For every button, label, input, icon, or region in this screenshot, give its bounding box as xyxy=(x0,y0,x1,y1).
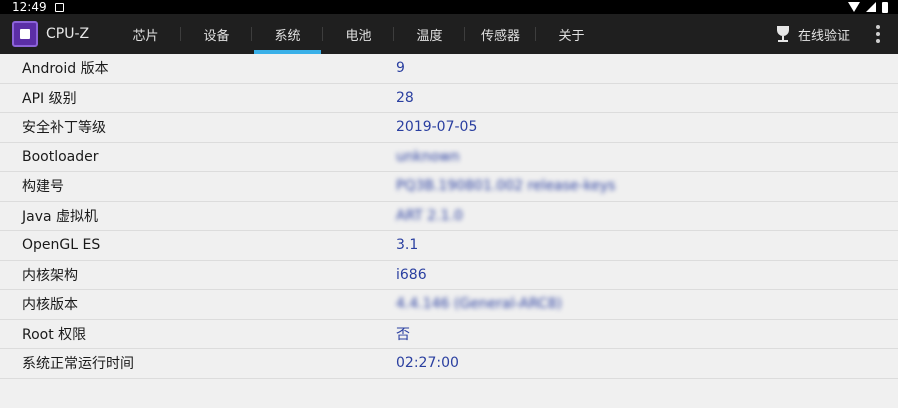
online-verify-button[interactable]: 在线验证 xyxy=(774,25,868,44)
row-value: PQ3B.190801.002 release-keys xyxy=(396,178,616,195)
list-item: Android 版本 9 xyxy=(0,54,898,84)
status-time: 12:49 xyxy=(12,0,47,14)
row-value: ART 2.1.0 xyxy=(396,207,463,224)
row-label: 系统正常运行时间 xyxy=(22,356,134,373)
cellular-signal-icon xyxy=(866,2,876,12)
app-name: CPU-Z xyxy=(46,26,90,42)
row-value: 否 xyxy=(396,326,410,343)
battery-icon xyxy=(882,1,888,13)
status-bar: 12:49 xyxy=(0,0,898,14)
notification-icon xyxy=(54,2,64,12)
system-info-list: Android 版本 9 API 级别 28 安全补丁等级 2019-07-05… xyxy=(0,54,898,379)
row-value: unknown xyxy=(396,148,460,165)
row-value: 4.4.146 (General-ARC8) xyxy=(396,296,563,313)
tab-thermal[interactable]: 温度 xyxy=(394,14,465,54)
list-item: 内核版本 4.4.146 (General-ARC8) xyxy=(0,290,898,320)
row-label: 安全补丁等级 xyxy=(22,120,106,137)
list-item: Java 虚拟机 ART 2.1.0 xyxy=(0,202,898,231)
list-item: Bootloader unknown xyxy=(0,143,898,172)
tab-system[interactable]: 系统 xyxy=(252,14,323,54)
list-item: 内核架构 i686 xyxy=(0,261,898,290)
row-label: Java 虚拟机 xyxy=(22,208,99,225)
list-item: OpenGL ES 3.1 xyxy=(0,231,898,261)
row-label: 内核架构 xyxy=(22,267,78,284)
app-logo: CPU-Z xyxy=(0,21,110,47)
row-label: 内核版本 xyxy=(22,297,78,314)
tab-about[interactable]: 关于 xyxy=(536,14,607,54)
online-verify-label: 在线验证 xyxy=(797,28,850,44)
row-label: Bootloader xyxy=(22,148,99,165)
row-label: 构建号 xyxy=(22,179,64,196)
row-label: OpenGL ES xyxy=(22,237,101,254)
row-value: 02:27:00 xyxy=(396,355,459,372)
row-label: Android 版本 xyxy=(22,61,109,78)
tab-soc[interactable]: 芯片 xyxy=(110,14,181,54)
list-item: API 级别 28 xyxy=(0,84,898,113)
overflow-menu-icon[interactable] xyxy=(868,14,888,54)
tab-sensors[interactable]: 传感器 xyxy=(465,14,536,54)
tab-battery[interactable]: 电池 xyxy=(323,14,394,54)
app-bar: CPU-Z 芯片 设备 系统 电池 温度 传感器 关于 在线验证 xyxy=(0,14,898,54)
row-value: 28 xyxy=(396,89,414,106)
list-item: Root 权限 否 xyxy=(0,320,898,349)
wifi-icon xyxy=(848,2,860,12)
list-item: 安全补丁等级 2019-07-05 xyxy=(0,113,898,143)
tab-device[interactable]: 设备 xyxy=(181,14,252,54)
trophy-icon xyxy=(774,25,792,43)
row-value: 2019-07-05 xyxy=(396,119,478,136)
cpu-chip-icon xyxy=(12,21,38,47)
row-label: Root 权限 xyxy=(22,326,87,343)
list-item: 构建号 PQ3B.190801.002 release-keys xyxy=(0,172,898,202)
list-item: 系统正常运行时间 02:27:00 xyxy=(0,349,898,379)
row-value: 9 xyxy=(396,60,405,77)
row-value: i686 xyxy=(396,266,427,283)
row-label: API 级别 xyxy=(22,90,77,107)
row-value: 3.1 xyxy=(396,237,419,254)
tab-bar: 芯片 设备 系统 电池 温度 传感器 关于 xyxy=(110,14,607,54)
